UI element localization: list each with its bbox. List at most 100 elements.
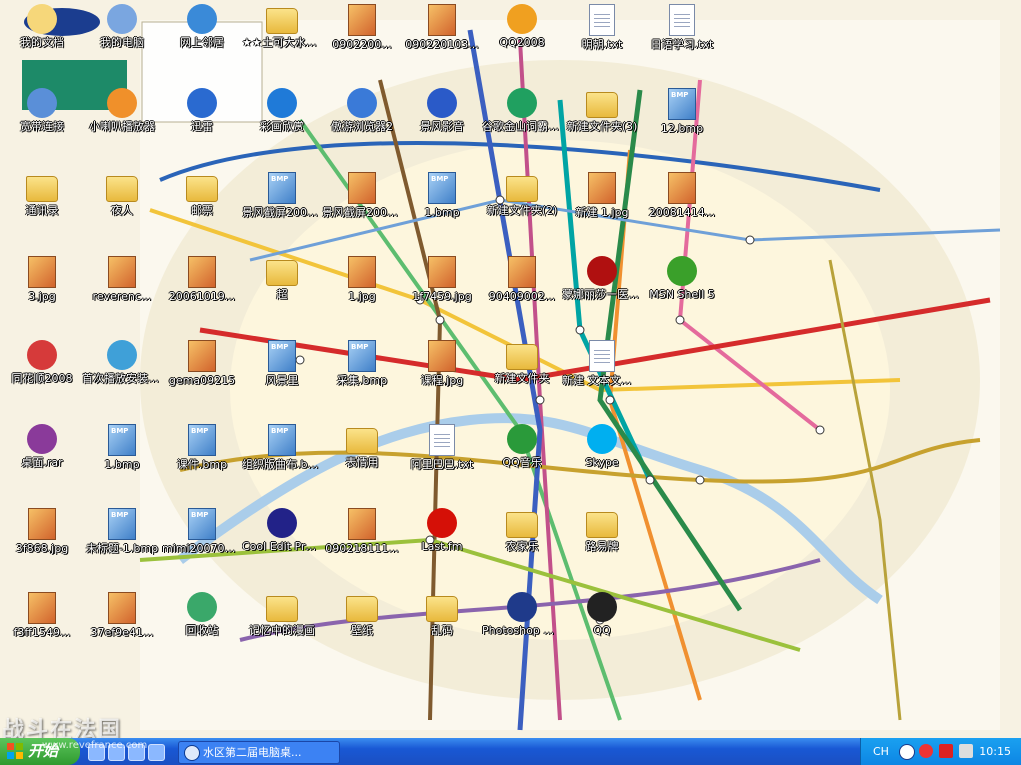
folder-icon <box>186 176 218 202</box>
desktop-icon[interactable]: 首次播放安装程序 <box>82 338 162 398</box>
desktop-icon[interactable]: 景风影音 <box>402 86 482 146</box>
taskbar-window-button[interactable]: 水区第二届电脑桌... <box>178 741 340 764</box>
dict-icon <box>507 88 537 118</box>
desktop-icon[interactable]: 3f868.jpg <box>2 506 82 566</box>
desktop-icon[interactable]: 景风截屏20090301... <box>322 170 402 230</box>
desktop[interactable]: 我的文档宽带连接通讯录 3.jpg 同花顺2008 桌面.rar 3f868.jpg f3… <box>0 0 1021 738</box>
desktop-icon[interactable]: 我的电脑 <box>82 2 162 62</box>
desktop-icon[interactable]: 1.bmp <box>82 422 162 482</box>
desktop-icon[interactable]: 0902200... <box>322 2 402 62</box>
desktop-icon[interactable]: 回收站 <box>162 590 242 650</box>
folder-icon <box>426 596 458 622</box>
desktop-icon[interactable]: 20061019... <box>162 254 242 314</box>
desktop-icon[interactable]: 组织版曲布.bmp <box>242 422 322 482</box>
desktop-icon[interactable]: 夜人 <box>82 170 162 230</box>
desktop-icon[interactable]: 傲游浏览器2 <box>322 86 402 146</box>
clock: 10:15 <box>979 745 1011 758</box>
desktop-icon[interactable]: 采集.bmp <box>322 338 402 398</box>
desktop-icon[interactable]: 新建文件夹(3) <box>562 86 642 146</box>
desktop-icon[interactable]: QQ2008 <box>482 2 562 62</box>
folder-icon <box>586 92 618 118</box>
desktop-icon[interactable]: Cool Edit Pro 2.1 <box>242 506 322 566</box>
quicklaunch-qq-icon[interactable] <box>148 744 165 761</box>
volume-tray-icon[interactable] <box>959 744 973 758</box>
desktop-icon[interactable]: 彩画欣赏 <box>242 86 322 146</box>
desktop-icon[interactable]: mimi200705... <box>162 506 242 566</box>
folder-icon <box>506 344 538 370</box>
rar-icon <box>27 424 57 454</box>
desktop-icon[interactable]: 我的文档 <box>2 2 82 62</box>
watermark-url: www.revefrance.com <box>42 740 148 751</box>
desktop-icon[interactable]: 1f7459.jpg <box>402 254 482 314</box>
desktop-icon[interactable]: 12.bmp <box>642 86 722 146</box>
antivirus-tray-icon[interactable] <box>939 744 953 758</box>
desktop-icon[interactable]: 小喇叭播放器 <box>82 86 162 146</box>
desktop-icon[interactable]: 景风截屏20090301... <box>242 170 322 230</box>
help-tray-icon[interactable] <box>899 744 915 760</box>
desktop-icon[interactable]: f3ff1549... <box>2 590 82 650</box>
desktop-icon[interactable]: 3.jpg <box>2 254 82 314</box>
desktop-icon[interactable]: 1.bmp <box>402 170 482 230</box>
desktop-icon[interactable]: 通讯录 <box>2 170 82 230</box>
desktop-icon[interactable]: 壁纸 <box>322 590 402 650</box>
desktop-icon-label: 课件.bmp <box>176 458 228 471</box>
desktop-icon[interactable]: 课程.jpg <box>402 338 482 398</box>
desktop-icon[interactable]: Last.fm <box>402 506 482 566</box>
jpg-icon <box>428 4 456 36</box>
desktop-icon-label: 3f868.jpg <box>15 542 69 555</box>
desktop-icon-label: 超 <box>276 288 288 301</box>
desktop-icon[interactable]: 网上邻居 <box>162 2 242 62</box>
language-indicator[interactable]: CH <box>873 745 889 758</box>
desktop-icon[interactable]: 新建文件夹 <box>482 338 562 398</box>
desktop-icon[interactable]: 1.jpg <box>322 254 402 314</box>
desktop-icon[interactable]: 20081414... <box>642 170 722 230</box>
desktop-icon-label: mimi200705... <box>162 542 242 555</box>
desktop-icon[interactable]: 日语学习.txt <box>642 2 722 62</box>
desktop-icon[interactable]: 090220103... <box>402 2 482 62</box>
desktop-icon-label: 新建文件夹(3) <box>566 120 638 133</box>
desktop-icon[interactable]: 090218111... <box>322 506 402 566</box>
bmp-icon <box>348 340 376 372</box>
bmp-icon <box>108 424 136 456</box>
desktop-icon[interactable]: 未标题-1.bmp <box>82 506 162 566</box>
desktop-icon-label: 记忆中的漫画 <box>249 624 315 637</box>
desktop-icon[interactable]: 表情用 <box>322 422 402 482</box>
desktop-icon[interactable]: 乱码 <box>402 590 482 650</box>
desktop-icon[interactable]: 阿里巴巴.txt <box>402 422 482 482</box>
desktop-icon[interactable]: Skype <box>562 422 642 482</box>
desktop-icon[interactable]: 课件.bmp <box>162 422 242 482</box>
desktop-icon[interactable]: 记忆中的漫画 <box>242 590 322 650</box>
desktop-icon[interactable]: 谷歌金山词霸辅助软件 <box>482 86 562 146</box>
desktop-icon[interactable]: 新建 1.jpg <box>562 170 642 230</box>
desktop-icon[interactable]: MSN Shell 5 <box>642 254 722 314</box>
desktop-icon[interactable]: ★★土可大水大★★★土可大水彩画欣赏 <box>242 2 322 62</box>
desktop-icon-label: 未标题-1.bmp <box>85 542 159 555</box>
desktop-icon[interactable]: 农家乐 <box>482 506 562 566</box>
desktop-icon[interactable]: 新建 文本文档.txt <box>562 338 642 398</box>
desktop-icon[interactable]: 90409002... <box>482 254 562 314</box>
desktop-icon-label: 12.bmp <box>660 122 704 135</box>
desktop-icon[interactable]: QQ音乐 <box>482 422 562 482</box>
desktop-icon[interactable]: reverenc... <box>82 254 162 314</box>
desktop-icon-label: 20081414... <box>648 206 716 219</box>
desktop-icon[interactable]: 蒙娜丽莎一医生加强版 <box>562 254 642 314</box>
desktop-icon[interactable]: Photoshop 绿色优化版 <box>482 590 562 650</box>
desktop-icon[interactable]: 风景里 <box>242 338 322 398</box>
desktop-icon[interactable]: 桌面.rar <box>2 422 82 482</box>
desktop-icon[interactable]: 路易牌 <box>562 506 642 566</box>
desktop-icon[interactable]: 邮票 <box>162 170 242 230</box>
desktop-icon[interactable]: 宽带连接 <box>2 86 82 146</box>
qq-tray-icon[interactable] <box>919 744 933 758</box>
desktop-icon[interactable]: gema09215 <box>162 338 242 398</box>
taskbar-window-title: 水区第二届电脑桌... <box>203 746 302 759</box>
desktop-icon[interactable]: 明朝.txt <box>562 2 642 62</box>
desktop-icon-label: Cool Edit Pro 2.1 <box>242 540 322 553</box>
desktop-icon[interactable]: QQ <box>562 590 642 650</box>
desktop-icon[interactable]: 迅雷 <box>162 86 242 146</box>
desktop-icon[interactable]: 37ef9e41... <box>82 590 162 650</box>
desktop-icon[interactable]: 新建文件夹(2) <box>482 170 562 230</box>
desktop-icon[interactable]: 超 <box>242 254 322 314</box>
desktop-icon-label: 风景里 <box>265 374 299 387</box>
desktop-icon[interactable]: 同花顺2008 <box>2 338 82 398</box>
desktop-icon-label: 景风截屏20090301... <box>242 206 322 219</box>
